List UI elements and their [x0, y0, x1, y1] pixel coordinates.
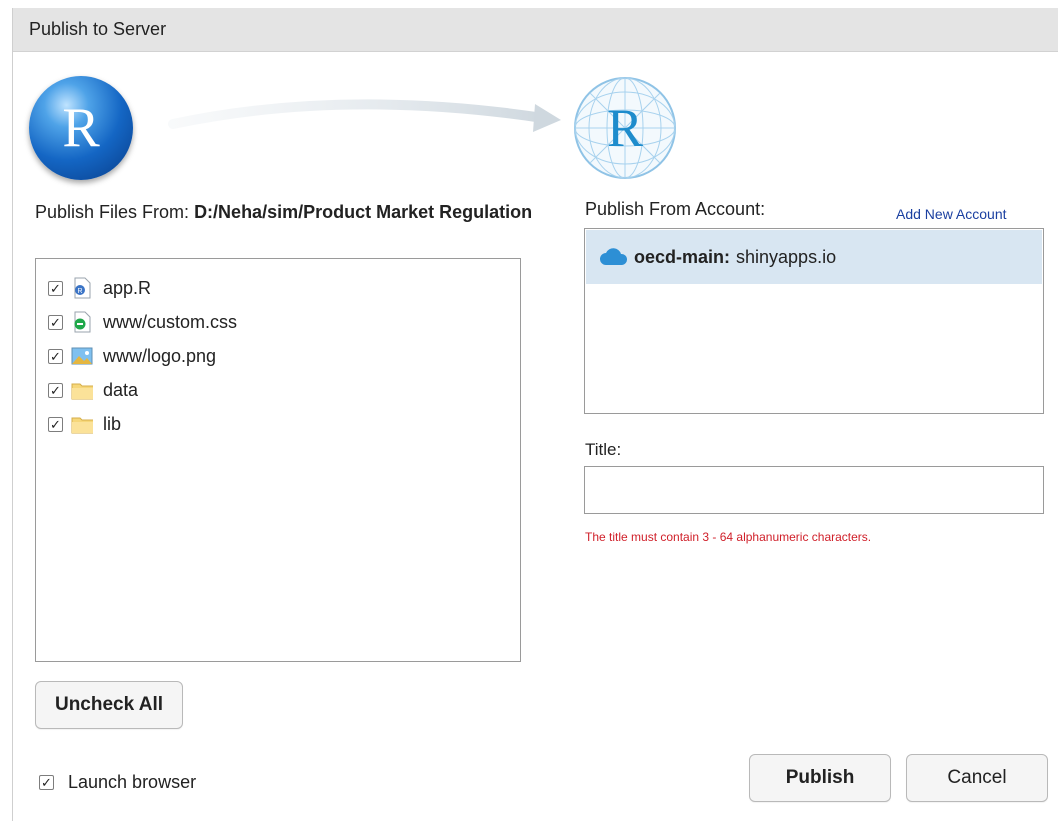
launch-browser-option[interactable]: ✓ Launch browser: [39, 770, 196, 794]
file-name: lib: [103, 413, 122, 434]
css-file-icon: [71, 311, 93, 333]
file-checkbox[interactable]: ✓: [48, 382, 63, 398]
dialog-title: Publish to Server: [29, 19, 167, 39]
r-logo-local-icon: R: [29, 76, 133, 180]
file-checkbox[interactable]: ✓: [48, 280, 63, 296]
account-name: oecd-main:: [634, 246, 731, 267]
account-server: shinyapps.io: [736, 246, 837, 267]
file-list[interactable]: ✓ R app.R ✓ www/custom.css ✓ www/logo.pn…: [35, 258, 521, 662]
file-name: www/custom.css: [103, 311, 238, 332]
r-file-icon: R: [71, 277, 93, 299]
svg-text:R: R: [77, 288, 82, 295]
image-file-icon: [71, 345, 93, 367]
account-list[interactable]: oecd-main: shinyapps.io: [584, 228, 1044, 414]
file-row-logo-png[interactable]: ✓ www/logo.png: [48, 341, 216, 371]
r-logo-server-letter: R: [606, 98, 644, 158]
launch-browser-checkbox[interactable]: ✓: [39, 774, 54, 790]
file-name: data: [103, 379, 139, 400]
folder-icon: [71, 413, 93, 435]
r-logo-server-icon: R: [573, 76, 677, 180]
files-from-path: D:/Neha/sim/Product Market Regulation: [194, 202, 533, 222]
files-from-prefix: Publish Files From:: [35, 202, 190, 222]
cloud-icon: [598, 247, 630, 267]
file-checkbox[interactable]: ✓: [48, 348, 63, 364]
publish-dialog: Publish to Server R R Publish Files From…: [12, 8, 1058, 821]
publish-from-account-label: Publish From Account:: [585, 199, 766, 219]
title-label: Title:: [585, 440, 622, 459]
file-row-lib[interactable]: ✓ lib: [48, 409, 121, 439]
add-new-account-link[interactable]: Add New Account: [896, 206, 1007, 222]
launch-browser-label: Launch browser: [68, 771, 197, 792]
file-name: app.R: [103, 277, 152, 298]
file-checkbox[interactable]: ✓: [48, 416, 63, 432]
r-logo-letter: R: [62, 97, 100, 159]
file-row-data[interactable]: ✓ data: [48, 375, 138, 405]
publish-files-from-label: Publish Files From: D:/Neha/sim/Product …: [35, 198, 535, 226]
publish-arrow-icon: [168, 99, 561, 132]
publish-button[interactable]: Publish: [749, 754, 891, 802]
file-name: www/logo.png: [103, 345, 217, 366]
folder-icon: [71, 379, 93, 401]
cancel-button[interactable]: Cancel: [906, 754, 1048, 802]
uncheck-all-button[interactable]: Uncheck All: [35, 681, 183, 729]
file-row-custom-css[interactable]: ✓ www/custom.css: [48, 307, 237, 337]
file-checkbox[interactable]: ✓: [48, 314, 63, 330]
dialog-title-bar: Publish to Server: [13, 8, 1058, 52]
title-error-message: The title must contain 3 - 64 alphanumer…: [585, 530, 872, 544]
file-row-app-r[interactable]: ✓ R app.R: [48, 273, 151, 303]
title-input[interactable]: [584, 466, 1044, 514]
account-item-oecd-main[interactable]: oecd-main: shinyapps.io: [586, 230, 1042, 284]
